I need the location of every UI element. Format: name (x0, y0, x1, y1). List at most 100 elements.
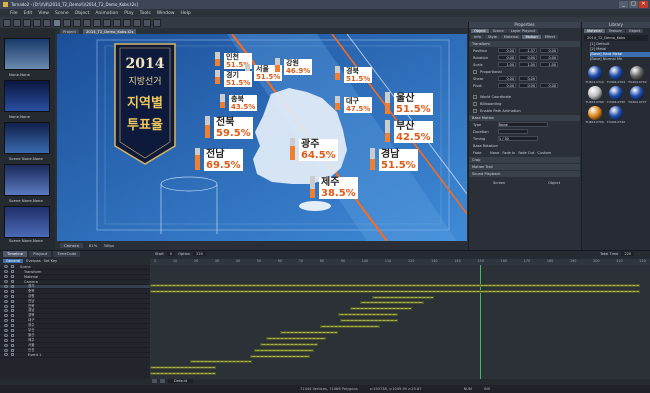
region-label[interactable]: 부산 42.5% (392, 120, 435, 144)
visibility-icon[interactable] (4, 353, 8, 357)
subtab-everpas[interactable]: Everpas (26, 259, 40, 263)
fade-out[interactable]: Fade Out (518, 151, 534, 155)
subtab-set-key[interactable]: Set Key (44, 259, 58, 263)
visibility-icon[interactable] (4, 299, 8, 303)
visibility-icon[interactable] (4, 338, 8, 342)
region-label[interactable]: 대구 47.5% (342, 96, 374, 114)
region-label[interactable]: 강원 46.9% (282, 58, 314, 76)
shear-x-field[interactable]: 0.00 (498, 76, 516, 81)
subtab-motion[interactable]: Motion (522, 35, 541, 39)
path-anim-checkbox[interactable] (473, 108, 477, 113)
timeline-clip[interactable] (150, 372, 216, 376)
timeline-clip[interactable] (340, 319, 398, 323)
stop-icon[interactable] (153, 18, 161, 27)
open-icon[interactable] (13, 18, 21, 27)
undo-icon[interactable] (33, 18, 41, 27)
scene-thumb-5[interactable] (4, 206, 50, 238)
box-tool-icon[interactable] (103, 18, 111, 27)
scale-y-field[interactable]: 1.00 (519, 62, 537, 67)
visibility-icon[interactable] (4, 314, 8, 318)
lock-icon[interactable] (11, 294, 14, 298)
close-button[interactable]: ✕ (639, 1, 648, 8)
sphere-tool-icon[interactable] (113, 18, 121, 27)
menu-view[interactable]: View (38, 11, 49, 16)
fade-none[interactable]: None (490, 151, 499, 155)
menu-animation[interactable]: Animation (95, 11, 118, 16)
rotation-z-field[interactable]: 0.00 (540, 55, 558, 60)
subtab-style[interactable]: Style (484, 35, 500, 39)
timeline-clip[interactable] (150, 289, 640, 293)
menu-file[interactable]: File (10, 11, 18, 16)
timeline-clip[interactable] (372, 295, 434, 299)
lock-icon[interactable] (11, 343, 14, 347)
material-swatch[interactable]: TU404.0750 (606, 86, 625, 104)
zoom-level[interactable]: 81% (89, 243, 97, 248)
timing-select[interactable]: 1 / 30 (498, 136, 538, 141)
text-tool-icon[interactable] (93, 18, 101, 27)
tab-object-lib[interactable]: Object (625, 29, 644, 33)
visibility-icon[interactable] (4, 348, 8, 352)
fade-in[interactable]: Fade In (502, 151, 515, 155)
timeline-clip[interactable] (280, 330, 338, 334)
region-label[interactable]: 전남 69.5% (202, 148, 245, 172)
lock-icon[interactable] (11, 309, 14, 313)
play-icon[interactable] (143, 18, 151, 27)
material-swatch[interactable]: TU404.0700 (585, 106, 604, 124)
menu-window[interactable]: Window (157, 11, 175, 16)
shear-y-field[interactable]: 0.00 (519, 76, 537, 81)
material-swatch[interactable]: TU404.0740 (606, 106, 625, 124)
keyframe-prev-icon[interactable] (152, 379, 157, 383)
menu-object[interactable]: Object (75, 11, 90, 16)
lock-icon[interactable] (11, 289, 14, 293)
timeline-grid[interactable] (150, 265, 650, 379)
billboarding-checkbox[interactable] (473, 101, 477, 106)
menu-scene[interactable]: Scene (55, 11, 69, 16)
track-row[interactable]: Event 1 (0, 353, 150, 358)
timeline-clip[interactable] (254, 348, 314, 352)
lock-icon[interactable] (11, 324, 14, 328)
move-tool-icon[interactable] (63, 18, 71, 27)
tab-object[interactable]: Object (471, 29, 489, 33)
region-label[interactable]: 전북 59.5% (212, 116, 255, 140)
region-label[interactable]: 충북 43.5% (227, 94, 259, 112)
lock-icon[interactable] (11, 304, 14, 308)
playhead[interactable] (480, 265, 481, 379)
visibility-icon[interactable] (4, 285, 8, 288)
region-label[interactable]: 경기 51.5% (222, 70, 254, 88)
pivot-y-field[interactable]: 0.00 (519, 83, 537, 88)
tab-scene-file[interactable]: 2014_T2_Demo_Kobs.t2s (83, 28, 137, 34)
scene-thumb-4[interactable] (4, 164, 50, 196)
region-label[interactable]: 경북 51.5% (342, 66, 374, 84)
rotation-x-field[interactable]: 0.00 (498, 55, 516, 60)
visibility-icon[interactable] (4, 309, 8, 313)
start-field[interactable]: 0 (166, 252, 176, 256)
timeline-clip[interactable] (150, 366, 216, 370)
world-coord-checkbox[interactable] (473, 94, 477, 99)
lock-icon[interactable] (11, 270, 14, 274)
tab-material[interactable]: Material (584, 29, 605, 33)
proportional-checkbox[interactable] (473, 69, 477, 74)
material-swatch[interactable]: TU404.0730 (628, 66, 647, 84)
menu-edit[interactable]: Edit (24, 11, 33, 16)
visibility-icon[interactable] (4, 343, 8, 347)
scene-thumb-1[interactable] (4, 38, 50, 70)
tab-texture[interactable]: Texture (605, 29, 625, 33)
visibility-icon[interactable] (4, 280, 8, 284)
maximize-button[interactable]: □ (629, 1, 638, 8)
lock-icon[interactable] (11, 280, 14, 284)
view-mode-select[interactable]: Camera (60, 242, 83, 248)
subtab-info[interactable]: Info (471, 35, 484, 39)
rotation-y-field[interactable]: 0.00 (519, 55, 537, 60)
subtab-effect[interactable]: Effect (541, 35, 558, 39)
material-swatch[interactable]: TU404.0760 (585, 86, 604, 104)
scale-tool-icon[interactable] (83, 18, 91, 27)
lock-icon[interactable] (11, 329, 14, 333)
visibility-icon[interactable] (4, 275, 8, 279)
total-time-field[interactable]: 220 (621, 252, 635, 256)
viewport-canvas[interactable]: 2014 지방선거 지역별 투표율 인천 51.5% 서울 51.5% 강원 46.9% 경… (57, 34, 467, 241)
tab-project[interactable]: Project (60, 28, 79, 34)
timeline-clip[interactable] (338, 313, 398, 317)
material-swatch[interactable]: TU404.0707 (628, 86, 647, 104)
region-label[interactable]: 제주 38.5% (317, 176, 360, 200)
menu-help[interactable]: Help (181, 11, 191, 16)
